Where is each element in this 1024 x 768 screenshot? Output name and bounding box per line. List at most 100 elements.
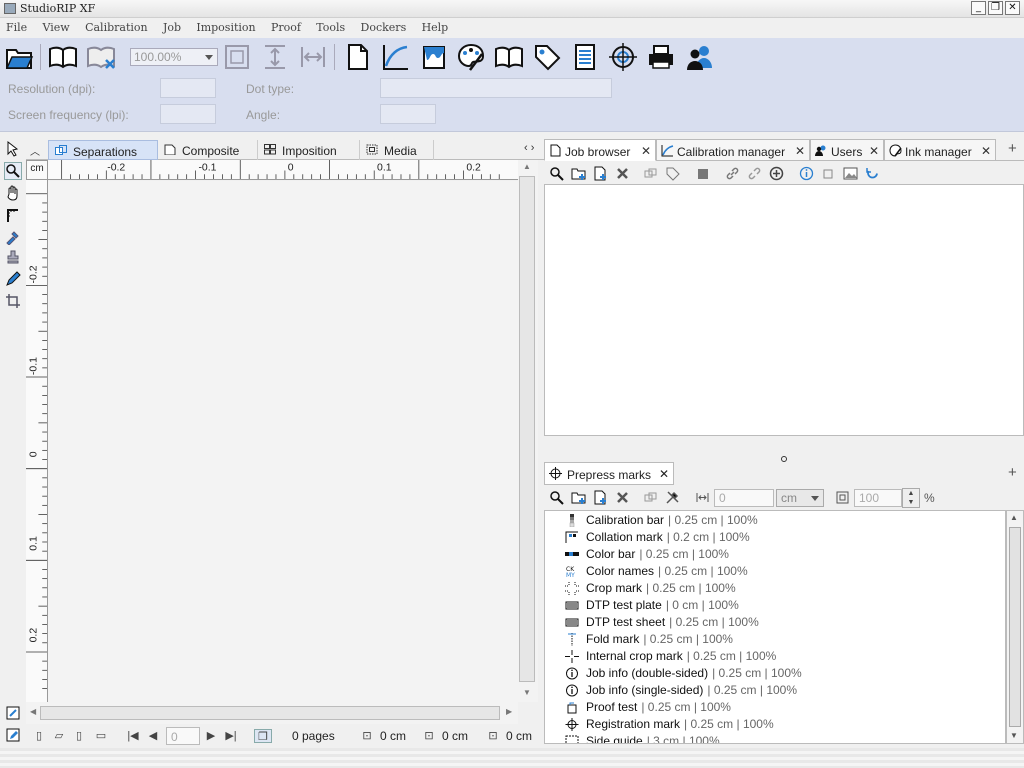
stop-icon[interactable]	[694, 165, 710, 181]
crop-icon[interactable]	[4, 292, 22, 310]
pages-view-icon[interactable]: ❐	[254, 729, 272, 743]
scroll-thumb[interactable]	[40, 706, 500, 720]
unit-select[interactable]: cm	[776, 489, 824, 507]
menu-file[interactable]: File	[0, 18, 33, 34]
unlink-icon[interactable]	[746, 165, 762, 181]
duplicate-icon[interactable]	[642, 489, 658, 505]
canvas-horizontal-scrollbar[interactable]: ◀ ▶	[26, 702, 518, 724]
add-folder-icon[interactable]	[570, 165, 586, 181]
page-spread-icon[interactable]: ▭	[94, 729, 108, 743]
splitter-handle-icon[interactable]	[781, 456, 787, 462]
curve-icon[interactable]	[378, 40, 412, 74]
scroll-down-icon[interactable]: ▼	[1010, 731, 1018, 740]
fit-width-icon[interactable]	[296, 40, 330, 74]
last-page-button[interactable]: ▶|	[224, 729, 238, 743]
pen-icon[interactable]	[4, 270, 22, 288]
tab-calibration-manager[interactable]: Calibration manager ✕	[656, 139, 810, 161]
close-icon[interactable]: ✕	[795, 144, 805, 158]
book-close-icon[interactable]	[84, 40, 118, 74]
duplicate-icon[interactable]	[642, 165, 658, 181]
job-list[interactable]	[544, 184, 1024, 436]
delete-icon[interactable]	[614, 489, 630, 505]
page-front-icon[interactable]: ▯	[32, 729, 46, 743]
close-icon[interactable]: ✕	[659, 467, 669, 481]
users-icon[interactable]	[682, 40, 716, 74]
document-icon[interactable]	[340, 40, 374, 74]
zoom-select[interactable]: 100.00%	[130, 48, 218, 66]
tab-imposition[interactable]: Imposition	[258, 140, 360, 160]
refresh-icon[interactable]	[864, 165, 880, 181]
link-icon[interactable]	[724, 165, 740, 181]
tab-job-browser[interactable]: Job browser ✕	[544, 139, 656, 161]
search-icon[interactable]	[548, 489, 564, 505]
menu-imposition[interactable]: Imposition	[190, 18, 261, 34]
list-icon[interactable]	[568, 40, 602, 74]
marks-scrollbar[interactable]: ▲ ▼	[1006, 510, 1024, 744]
target-icon[interactable]	[606, 40, 640, 74]
info-icon[interactable]	[798, 165, 814, 181]
close-icon[interactable]: ✕	[869, 144, 879, 158]
pointer-icon[interactable]	[4, 140, 22, 158]
close-button[interactable]: ✕	[1005, 1, 1020, 15]
add-folder-icon[interactable]	[570, 489, 586, 505]
page-single-icon[interactable]: ▯	[72, 729, 86, 743]
measure-icon[interactable]	[4, 206, 22, 224]
angle-field[interactable]	[380, 104, 436, 124]
stepper-up-icon[interactable]: ▲	[903, 489, 919, 498]
palette-icon[interactable]	[454, 40, 488, 74]
scroll-up-icon[interactable]: ▲	[523, 162, 531, 171]
preview-canvas[interactable]	[48, 181, 518, 702]
chevron-up-icon[interactable]: ︿	[30, 143, 40, 158]
page-number-field[interactable]: 0	[166, 727, 200, 745]
scroll-thumb[interactable]	[1009, 527, 1021, 727]
scroll-right-icon[interactable]: ▶	[506, 707, 512, 716]
eyedropper-icon[interactable]	[4, 228, 22, 246]
tools-icon[interactable]	[664, 489, 680, 505]
add-tab-icon[interactable]: +	[1008, 464, 1017, 481]
open-folder-icon[interactable]	[2, 40, 36, 74]
zoom-tool-icon[interactable]	[4, 162, 22, 180]
menu-view[interactable]: View	[37, 18, 76, 34]
menu-proof[interactable]: Proof	[265, 18, 307, 34]
stamp-icon[interactable]	[4, 248, 22, 266]
menu-job[interactable]: Job	[157, 18, 187, 34]
navigator-icon[interactable]	[4, 704, 22, 722]
offset-field[interactable]: 0	[714, 489, 774, 507]
scroll-down-icon[interactable]: ▼	[523, 688, 531, 697]
next-page-button[interactable]: ▶	[204, 729, 218, 743]
tab-media[interactable]: Media	[360, 140, 434, 160]
dot-type-field[interactable]	[380, 78, 612, 98]
close-icon[interactable]: ✕	[981, 144, 991, 158]
restore-button[interactable]: ❐	[988, 1, 1003, 15]
tab-ink-manager[interactable]: Ink manager ✕	[884, 139, 996, 161]
tab-users[interactable]: Users ✕	[810, 139, 884, 161]
tab-prepress-marks[interactable]: Prepress marks ✕	[544, 462, 674, 485]
search-icon[interactable]	[548, 165, 564, 181]
tab-separations[interactable]: Separations	[48, 140, 158, 160]
scale-stepper[interactable]: ▲ ▼	[902, 488, 920, 508]
hand-icon[interactable]	[4, 184, 22, 202]
scroll-up-icon[interactable]: ▲	[1010, 513, 1018, 522]
book-open-icon[interactable]	[492, 40, 526, 74]
stepper-down-icon[interactable]: ▼	[903, 498, 919, 507]
add-tab-icon[interactable]: +	[1008, 140, 1017, 157]
fit-page-icon[interactable]	[220, 40, 254, 74]
page-back-icon[interactable]: ▱	[52, 729, 66, 743]
resolution-field[interactable]	[160, 78, 216, 98]
minimize-button[interactable]: _	[971, 1, 986, 15]
menu-calibration[interactable]: Calibration	[79, 18, 154, 34]
proof-icon[interactable]	[820, 165, 836, 181]
ink-icon[interactable]	[416, 40, 450, 74]
scroll-left-icon[interactable]: ◀	[30, 707, 36, 716]
menu-help[interactable]: Help	[416, 18, 455, 34]
add-circle-icon[interactable]	[768, 165, 784, 181]
menu-dockers[interactable]: Dockers	[355, 18, 413, 34]
panel-splitter[interactable]	[544, 436, 1024, 462]
prepress-marks-list[interactable]: Calibration bar | 0.25 cm | 100% Collatio…	[544, 510, 1006, 744]
add-job-icon[interactable]	[592, 165, 608, 181]
edit-icon[interactable]	[4, 726, 22, 744]
menu-tools[interactable]: Tools	[310, 18, 351, 34]
book-icon[interactable]	[46, 40, 80, 74]
canvas-vertical-scrollbar[interactable]: ▲ ▼	[518, 160, 538, 702]
printer-icon[interactable]	[644, 40, 678, 74]
